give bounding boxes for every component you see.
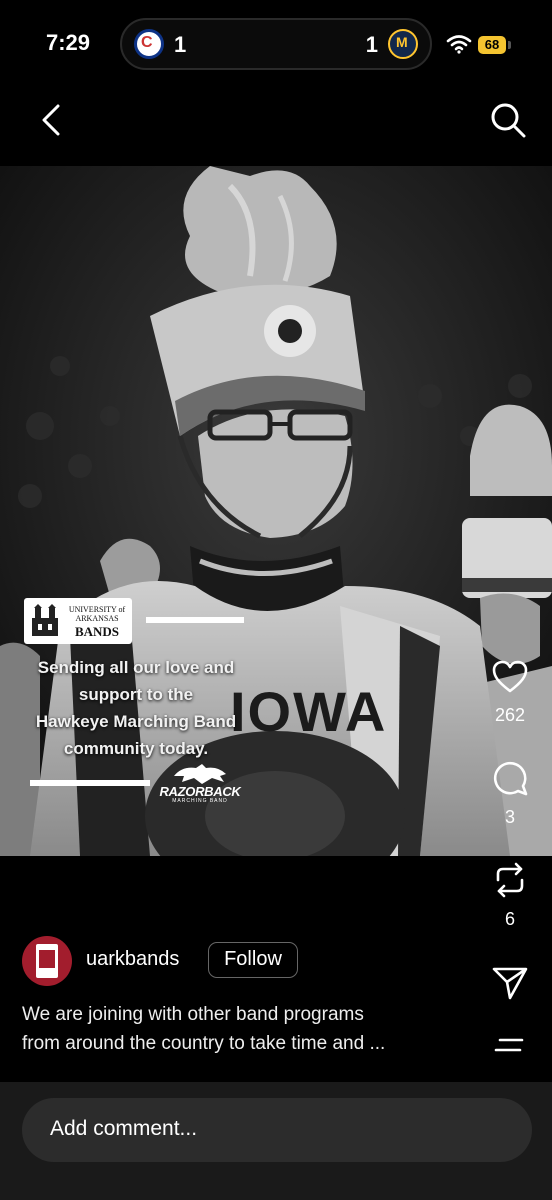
logo-bands-text: BANDS	[74, 624, 120, 639]
decorative-line	[146, 617, 244, 623]
share-button[interactable]	[480, 966, 540, 1005]
battery-nub	[508, 41, 511, 49]
cubs-logo-icon: C	[134, 29, 164, 59]
right-team-score: 1	[365, 32, 378, 57]
repost-button[interactable]: 6	[480, 862, 540, 930]
post-caption[interactable]: We are joining with other band programs …	[22, 1000, 462, 1058]
graphic-message-line: community today.	[63, 739, 209, 758]
graphic-message-line: Sending all our love and	[37, 658, 235, 677]
razorback-hog-icon	[174, 764, 226, 784]
follow-button[interactable]: Follow	[208, 942, 298, 978]
caption-line: from around the country to take time and…	[22, 1033, 386, 1054]
razorback-marching-band-logo: RAZORBACK MARCHING BAND	[154, 762, 246, 804]
heart-icon	[492, 660, 528, 693]
more-options-icon[interactable]	[494, 1036, 526, 1056]
add-comment-input[interactable]: Add comment...	[22, 1098, 532, 1162]
repost-icon	[496, 862, 524, 898]
add-comment-placeholder: Add comment...	[50, 1117, 198, 1140]
decorative-line	[30, 780, 150, 786]
paper-plane-icon	[492, 967, 528, 1000]
razorback-subtitle: MARCHING BAND	[172, 798, 228, 804]
search-button[interactable]	[488, 100, 528, 140]
graphic-message: Sending all our love and support to the …	[20, 654, 252, 762]
graphic-message-line: Hawkeye Marching Band	[35, 712, 237, 731]
logo-university-text: UNIVERSITY of ARKANSAS	[68, 605, 126, 623]
battery-indicator: 68	[478, 36, 506, 54]
comment-count: 3	[504, 807, 515, 827]
comment-button[interactable]: 3	[480, 760, 540, 828]
razorback-title: RAZORBACK	[159, 784, 241, 799]
university-of-arkansas-bands-logo: UNIVERSITY of ARKANSAS BANDS	[24, 598, 132, 644]
uark-bands-shield-icon	[36, 944, 58, 978]
old-main-building-icon	[32, 604, 58, 636]
comment-bubble-icon	[493, 761, 528, 796]
author-avatar[interactable]	[22, 936, 72, 986]
status-time: 7:29	[46, 30, 91, 55]
left-team-score: 1	[174, 32, 187, 57]
like-button[interactable]: 262	[480, 660, 540, 726]
back-button[interactable]	[36, 100, 72, 140]
graphic-message-line: support to the	[78, 685, 194, 704]
repost-count: 6	[504, 909, 515, 929]
brewers-logo-icon: M	[388, 29, 418, 59]
uniform-text: IOWA	[230, 680, 387, 743]
like-count: 262	[494, 705, 526, 725]
wifi-icon	[446, 35, 472, 54]
caption-line: We are joining with other band programs	[22, 1004, 364, 1025]
live-activity-scoreboard[interactable]: C 1 1 M	[120, 18, 432, 70]
author-username[interactable]: uarkbands	[86, 948, 179, 971]
